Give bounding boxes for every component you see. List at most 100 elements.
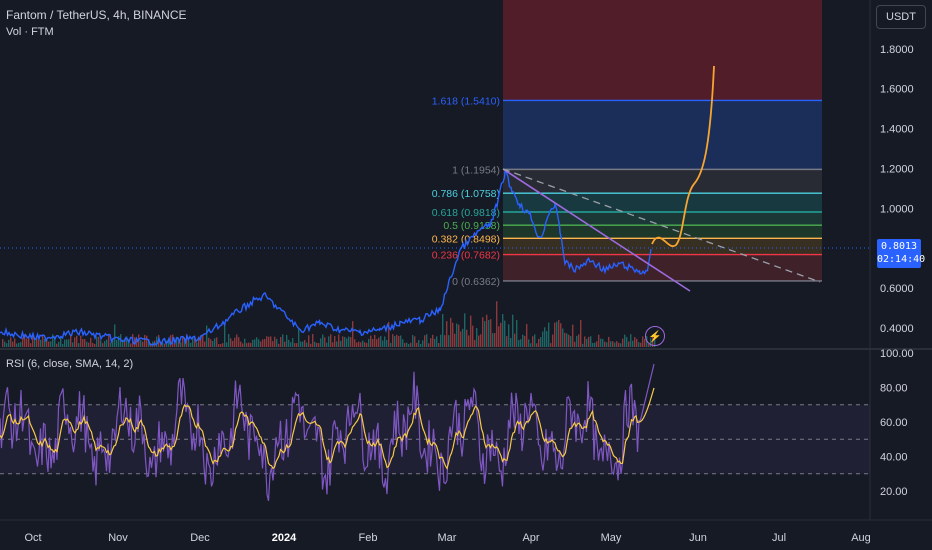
volume-bar bbox=[330, 334, 332, 347]
volume-bar bbox=[414, 336, 416, 347]
volume-bar bbox=[436, 336, 438, 347]
volume-bar bbox=[282, 334, 284, 347]
volume-bar bbox=[384, 336, 386, 347]
volume-bar bbox=[218, 343, 220, 347]
volume-bar bbox=[526, 323, 528, 347]
price-axis-tick: 0.4000 bbox=[880, 323, 914, 335]
time-axis-label: Aug bbox=[851, 532, 871, 544]
volume-bar bbox=[464, 313, 466, 347]
volume-bar bbox=[304, 340, 306, 347]
volume-bar bbox=[146, 335, 148, 347]
volume-bar bbox=[552, 334, 554, 347]
volume-bar bbox=[268, 336, 270, 347]
time-axis-label: Jul bbox=[772, 532, 786, 544]
volume-bar bbox=[362, 340, 364, 347]
volume-bar bbox=[22, 337, 24, 347]
fib-zone bbox=[503, 225, 822, 239]
volume-bar bbox=[490, 319, 492, 347]
volume-bar bbox=[566, 333, 568, 347]
volume-bar bbox=[232, 340, 234, 347]
volume-bar bbox=[510, 338, 512, 347]
volume-bar bbox=[618, 342, 620, 347]
volume-bar bbox=[358, 341, 360, 347]
volume-bar bbox=[242, 343, 244, 347]
volume-bar bbox=[374, 334, 376, 347]
volume-bar bbox=[392, 334, 394, 347]
volume-bar bbox=[422, 340, 424, 347]
volume-bar bbox=[508, 324, 510, 347]
price-axis-tick: 1.2000 bbox=[880, 163, 914, 175]
volume-bar bbox=[298, 328, 300, 347]
volume-bar bbox=[164, 343, 166, 347]
volume-bar bbox=[382, 340, 384, 347]
volume-bar bbox=[458, 324, 460, 347]
fib-level-label: 0.786 (1.0758) bbox=[432, 188, 500, 200]
time-axis-label: Oct bbox=[24, 532, 41, 544]
volume-bar bbox=[468, 335, 470, 347]
volume-bar bbox=[230, 338, 232, 347]
volume-bar bbox=[420, 343, 422, 347]
volume-bar bbox=[416, 342, 418, 347]
volume-bar bbox=[610, 341, 612, 347]
volume-bar bbox=[208, 337, 210, 347]
volume-bar bbox=[376, 339, 378, 347]
chart-window: 1.618 (1.5410) 1 (1.1954) 0.786 (1.0758) 0.… bbox=[0, 0, 932, 550]
volume-bar bbox=[518, 340, 520, 347]
volume-bar bbox=[98, 336, 100, 347]
volume-bar bbox=[286, 334, 288, 347]
volume-bar bbox=[280, 336, 282, 347]
volume-bar bbox=[386, 340, 388, 347]
volume-bar bbox=[248, 342, 250, 347]
volume-bar bbox=[78, 343, 80, 347]
volume-bar bbox=[56, 343, 58, 347]
volume-bar bbox=[402, 339, 404, 347]
volume-bar bbox=[590, 336, 592, 347]
time-axis-label: 2024 bbox=[272, 532, 297, 544]
volume-bar bbox=[352, 321, 354, 347]
lightning-bolt-icon[interactable]: ⚡ bbox=[645, 326, 665, 346]
current-price-value: 0.8013 bbox=[880, 241, 918, 252]
volume-bar bbox=[102, 343, 104, 347]
fib-zone bbox=[503, 254, 822, 281]
volume-bar bbox=[600, 338, 602, 347]
volume-bar bbox=[106, 339, 108, 347]
volume-bar bbox=[514, 333, 516, 347]
volume-bar bbox=[484, 321, 486, 347]
volume-bar bbox=[608, 336, 610, 347]
volume-bar bbox=[278, 343, 280, 347]
volume-bar bbox=[302, 341, 304, 347]
volume-bar bbox=[26, 338, 28, 347]
volume-bar bbox=[64, 339, 66, 347]
price-chart[interactable]: 1.618 (1.5410) 1 (1.1954) 0.786 (1.0758) 0.… bbox=[0, 0, 932, 550]
volume-bar bbox=[482, 317, 484, 347]
volume-bar bbox=[500, 322, 502, 347]
volume-bar bbox=[342, 336, 344, 347]
volume-bar bbox=[578, 334, 580, 347]
volume-bar bbox=[554, 322, 556, 347]
volume-bar bbox=[498, 326, 500, 347]
time-axis-label: Feb bbox=[359, 532, 378, 544]
volume-bar bbox=[226, 342, 228, 347]
rsi-axis-tick: 80.00 bbox=[880, 383, 908, 395]
volume-bar bbox=[324, 337, 326, 347]
currency-button[interactable]: USDT bbox=[876, 5, 926, 29]
symbol-title: Fantom / TetherUS, 4h, BINANCE bbox=[6, 8, 187, 22]
volume-bar bbox=[18, 342, 20, 347]
volume-bar bbox=[444, 335, 446, 347]
volume-bar bbox=[460, 331, 462, 347]
volume-bar bbox=[58, 341, 60, 347]
volume-bar bbox=[344, 336, 346, 347]
volume-bar bbox=[246, 343, 248, 347]
volume-bar bbox=[74, 337, 76, 347]
volume-bar bbox=[598, 334, 600, 347]
volume-bar bbox=[390, 343, 392, 347]
volume-bar bbox=[398, 336, 400, 347]
volume-bar bbox=[140, 340, 142, 347]
volume-bar bbox=[640, 342, 642, 347]
volume-bar bbox=[494, 333, 496, 347]
volume-bar bbox=[428, 343, 430, 347]
volume-bar bbox=[262, 339, 264, 347]
rsi-axis-tick: 20.00 bbox=[880, 486, 908, 498]
volume-bar bbox=[264, 339, 266, 347]
volume-bar bbox=[592, 342, 594, 347]
